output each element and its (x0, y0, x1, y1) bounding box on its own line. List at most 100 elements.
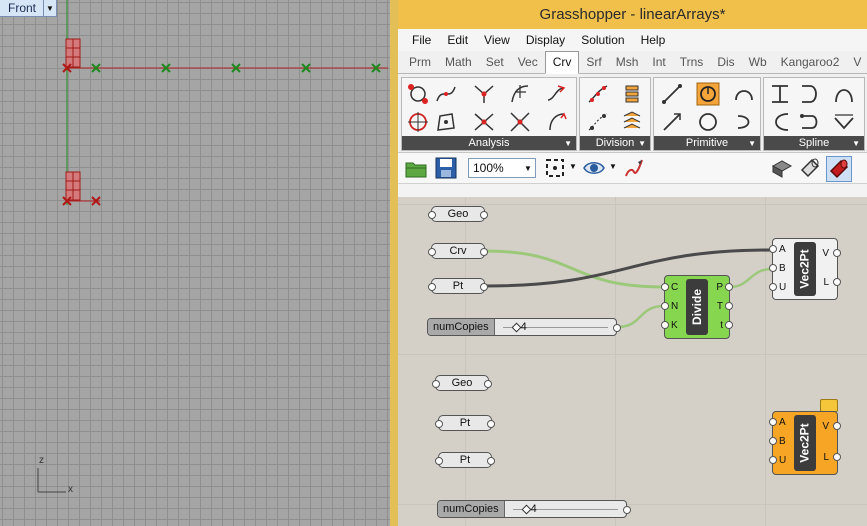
slider-track[interactable]: 4 (495, 319, 616, 335)
tab-kangaroo2[interactable]: Kangaroo2 (774, 52, 847, 73)
zoom-extents-icon[interactable] (543, 156, 567, 180)
component-ribbon: Analysis ▼ Division ▼ Primitive ▼ Spline… (398, 74, 867, 153)
vec2pt-name: Vec2Pt (794, 242, 816, 296)
sketch-pen-icon[interactable] (622, 156, 646, 180)
tab-prm[interactable]: Prm (402, 52, 438, 73)
divide-component[interactable]: C N K Divide P T t (661, 275, 733, 339)
curve-discontinuity-icon[interactable] (508, 110, 532, 134)
menu-help[interactable]: Help (633, 33, 674, 47)
viewport-geometry (37, 0, 388, 493)
menu-display[interactable]: Display (518, 33, 573, 47)
vec2pt-component-bottom[interactable]: A B U Vec2Pt V L (769, 411, 841, 475)
panel-primitive-label: Primitive (685, 137, 729, 149)
polyline-icon[interactable] (832, 110, 856, 134)
tab-math[interactable]: Math (438, 52, 479, 73)
pt-param-top[interactable]: Pt (428, 278, 488, 294)
curve-tangent-icon[interactable] (472, 82, 496, 106)
tab-wb[interactable]: Wb (742, 52, 774, 73)
panel-primitive: Primitive ▼ (653, 77, 761, 151)
numcopies-slider-bottom[interactable]: numCopies 4 (437, 500, 631, 518)
divide-input-k: K (671, 320, 678, 331)
arc-3pt-icon[interactable] (732, 110, 756, 134)
slider-knob[interactable] (521, 504, 532, 515)
line-sdl-icon[interactable] (660, 110, 684, 134)
axis-label-x: x (68, 484, 73, 495)
crv-param-label: Crv (449, 245, 467, 257)
menu-solution[interactable]: Solution (573, 33, 632, 47)
geo-param-top[interactable]: Geo (428, 206, 488, 222)
viewport-tab[interactable]: Front ▼ (0, 0, 57, 17)
save-file-icon[interactable] (434, 156, 458, 180)
panel-spline: Spline ▼ (763, 77, 865, 151)
preview-wireframe-icon[interactable] (798, 156, 822, 180)
viewport-name: Front (8, 1, 37, 15)
interpolate-icon[interactable] (768, 110, 792, 134)
preview-shaded-icon[interactable] (770, 156, 794, 180)
vec2pt-input-a: A (779, 417, 786, 428)
pt-param-bottom-2[interactable]: Pt (435, 452, 495, 468)
slider-value: 4 (520, 321, 527, 333)
vec2pt-output-l: L (823, 452, 829, 463)
menu-file[interactable]: File (404, 33, 439, 47)
chevron-down-icon: ▼ (524, 163, 532, 173)
curve-closest-icon[interactable] (434, 82, 458, 106)
slider-knob[interactable] (511, 322, 522, 333)
divide-name: Divide (686, 279, 708, 335)
tab-srf[interactable]: Srf (579, 52, 608, 73)
curve-intersect-icon[interactable] (472, 110, 496, 134)
numcopies-slider-top[interactable]: numCopies 4 (427, 318, 621, 336)
kinky-curve-icon[interactable] (798, 110, 822, 134)
chevron-down-icon[interactable]: ▼ (609, 162, 617, 171)
open-file-icon[interactable] (404, 156, 428, 180)
pt-param-bottom-1[interactable]: Pt (435, 415, 495, 431)
geo-param-bottom[interactable]: Geo (432, 375, 492, 391)
bezier-span-icon[interactable] (768, 82, 792, 106)
circle-cnr-icon[interactable] (696, 82, 720, 106)
preview-selected-icon[interactable] (826, 156, 852, 182)
vec2pt-component-top[interactable]: A B U Vec2Pt V L (769, 238, 841, 300)
contour-ex-icon[interactable] (620, 110, 644, 134)
curve-side-icon[interactable] (544, 82, 568, 106)
vec2pt-input-b: B (779, 436, 786, 447)
curve-curvature-icon[interactable] (544, 110, 568, 134)
tab-dis[interactable]: Dis (710, 52, 741, 73)
curve-area-icon[interactable] (434, 110, 458, 134)
vec2pt-output-v: V (822, 248, 829, 259)
curve-derivative-icon[interactable] (508, 82, 532, 106)
chevron-down-icon[interactable]: ▼ (569, 162, 577, 171)
zoom-select[interactable]: 100% ▼ (468, 158, 536, 178)
vec2pt-input-u: U (779, 455, 787, 466)
tab-crv[interactable]: Crv (544, 51, 580, 74)
window-divider (390, 0, 398, 526)
crv-param[interactable]: Crv (428, 243, 488, 259)
contour-icon[interactable] (620, 82, 644, 106)
arc-icon[interactable] (732, 82, 756, 106)
preview-eye-icon[interactable] (582, 156, 606, 180)
curve-endpoints-icon[interactable] (406, 82, 430, 106)
vec2pt-input-b: B (779, 263, 786, 274)
chevron-down-icon[interactable]: ▼ (43, 0, 56, 16)
menu-edit[interactable]: Edit (439, 33, 476, 47)
vec2pt-name: Vec2Pt (794, 415, 816, 471)
tab-trns[interactable]: Trns (673, 52, 711, 73)
tab-int[interactable]: Int (645, 52, 672, 73)
vec2pt-input-a: A (779, 244, 786, 255)
tab-v[interactable]: V (846, 52, 867, 73)
circle-icon[interactable] (696, 110, 720, 134)
line-icon[interactable] (660, 82, 684, 106)
tab-vec[interactable]: Vec (511, 52, 545, 73)
divide-curve-icon[interactable] (586, 82, 610, 106)
curve-center-icon[interactable] (406, 110, 430, 134)
divide-input-c: C (671, 282, 679, 293)
tab-set[interactable]: Set (479, 52, 511, 73)
divide-length-icon[interactable] (586, 110, 610, 134)
grasshopper-canvas[interactable]: Geo Crv Pt numCopies 4 C N K Divide P T … (398, 197, 867, 526)
rhino-front-viewport[interactable]: Front ▼ z x (0, 0, 390, 526)
nurbs-curve-icon[interactable] (832, 82, 856, 106)
menu-view[interactable]: View (476, 33, 518, 47)
slider-track[interactable]: 4 (505, 501, 626, 517)
slider-name: numCopies (438, 501, 505, 517)
blend-curve-icon[interactable] (798, 82, 822, 106)
tab-msh[interactable]: Msh (609, 52, 646, 73)
window-title: Grasshopper - linearArrays* (398, 0, 867, 29)
